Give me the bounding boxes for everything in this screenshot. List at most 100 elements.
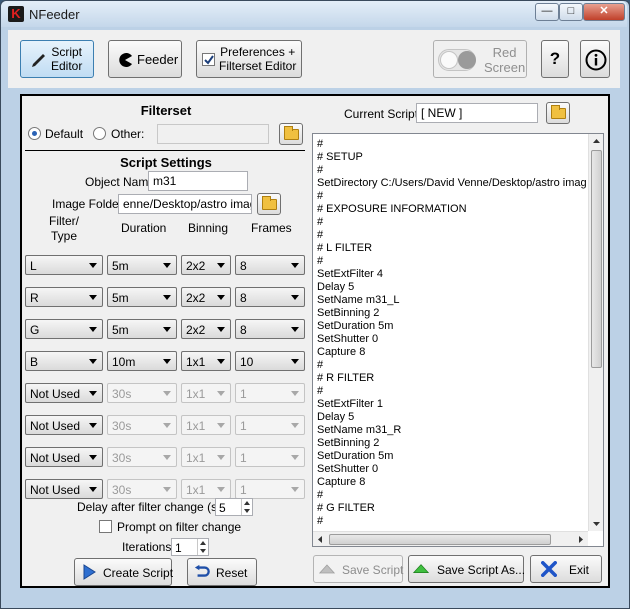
minimize-button[interactable]: —: [535, 3, 559, 21]
chevron-down-icon: [291, 295, 299, 300]
script-line: #: [317, 190, 324, 202]
duration-select-6[interactable]: 30s: [107, 415, 177, 435]
spin-down-icon[interactable]: [198, 547, 208, 555]
filter-type-select-5[interactable]: Not Used: [25, 383, 103, 403]
binning-select-1[interactable]: 2x2: [181, 255, 231, 275]
prompt-checkbox[interactable]: [99, 520, 112, 533]
filter-type-select-1[interactable]: L: [25, 255, 103, 275]
help-button[interactable]: ?: [541, 40, 569, 78]
settings-panel: Filterset Default Other: Script Settings…: [25, 99, 307, 586]
frames-select-8[interactable]: 1: [235, 479, 305, 499]
horizontal-scroll-thumb[interactable]: [329, 534, 551, 545]
object-name-input[interactable]: m31: [148, 171, 248, 191]
chevron-down-icon: [217, 263, 225, 268]
image-folder-input[interactable]: enne/Desktop/astro images: [118, 194, 252, 214]
exit-button[interactable]: Exit: [530, 555, 602, 583]
frames-select-5[interactable]: 1: [235, 383, 305, 403]
duration-select-3[interactable]: 5m: [107, 319, 177, 339]
duration-select-8[interactable]: 30s: [107, 479, 177, 499]
spin-up-icon[interactable]: [242, 499, 252, 507]
frames-select-2[interactable]: 8: [235, 287, 305, 307]
window-title: NFeeder: [29, 7, 80, 22]
duration-select-4-value: 10m: [112, 355, 136, 369]
filter-type-select-8[interactable]: Not Used: [25, 479, 103, 499]
frames-select-1[interactable]: 8: [235, 255, 305, 275]
binning-select-8[interactable]: 1x1: [181, 479, 231, 499]
filter-type-select-3[interactable]: G: [25, 319, 103, 339]
duration-select-4[interactable]: 10m: [107, 351, 177, 371]
filter-type-select-4[interactable]: B: [25, 351, 103, 371]
close-window-button[interactable]: ✕: [583, 3, 625, 21]
frames-select-7[interactable]: 1: [235, 447, 305, 467]
open-script-button[interactable]: [546, 102, 570, 124]
vertical-scroll-thumb[interactable]: [591, 150, 602, 368]
frames-select-4[interactable]: 10: [235, 351, 305, 371]
filter-type-select-6[interactable]: Not Used: [25, 415, 103, 435]
iterations-spinner[interactable]: 1: [171, 538, 209, 556]
duration-select-8-value: 30s: [112, 483, 132, 497]
iterations-label: Iterations: [122, 540, 172, 554]
binning-select-3[interactable]: 2x2: [181, 319, 231, 339]
script-line: SetDuration 5m: [317, 450, 394, 462]
script-line: # L FILTER: [317, 242, 373, 254]
chevron-down-icon: [89, 487, 97, 492]
current-script-input[interactable]: [ NEW ]: [416, 103, 538, 123]
binning-select-2[interactable]: 2x2: [181, 287, 231, 307]
maximize-button[interactable]: □: [559, 3, 583, 21]
default-radio[interactable]: [28, 127, 41, 140]
image-folder-label: Image Folder: [52, 197, 123, 211]
spin-down-icon[interactable]: [242, 507, 252, 515]
save-script-as-button[interactable]: Save Script As...: [408, 555, 525, 583]
script-line: #: [317, 515, 324, 526]
title-bar[interactable]: K NFeeder — □ ✕: [1, 1, 627, 27]
script-editor-label-line2: Editor: [51, 59, 83, 73]
binning-select-6[interactable]: 1x1: [181, 415, 231, 435]
create-script-button[interactable]: Create Script: [74, 558, 173, 586]
script-editor-button[interactable]: Script Editor: [20, 40, 94, 78]
frames-select-4-value: 10: [240, 355, 254, 369]
reset-button[interactable]: Reset: [187, 558, 257, 586]
preferences-checkbox[interactable]: [202, 53, 215, 66]
delay-spinner[interactable]: 5: [215, 498, 253, 516]
feeder-button[interactable]: Feeder: [108, 40, 182, 78]
chevron-down-icon: [291, 263, 299, 268]
frames-select-6[interactable]: 1: [235, 415, 305, 435]
scroll-left-icon[interactable]: [313, 532, 328, 547]
scroll-right-icon[interactable]: [573, 532, 588, 547]
frames-select-3[interactable]: 8: [235, 319, 305, 339]
scroll-down-icon[interactable]: [589, 516, 604, 531]
preferences-button[interactable]: Preferences + Filterset Editor: [196, 40, 302, 78]
other-filterset-input[interactable]: [157, 124, 269, 144]
image-folder-browse-button[interactable]: [257, 193, 281, 215]
filter-type-select-7[interactable]: Not Used: [25, 447, 103, 467]
chevron-down-icon: [291, 423, 299, 428]
other-radio[interactable]: [93, 127, 106, 140]
save-script-button[interactable]: Save Script: [313, 555, 403, 583]
toggle-knob-icon: [458, 51, 476, 69]
divider: [25, 150, 305, 151]
vertical-scrollbar[interactable]: [588, 134, 603, 531]
filterset-browse-button[interactable]: [279, 123, 303, 145]
binning-select-6-value: 1x1: [186, 419, 206, 433]
duration-select-1[interactable]: 5m: [107, 255, 177, 275]
script-text-area[interactable]: # # SETUP # SetDirectory C:/Users/David Ven…: [312, 133, 604, 547]
duration-select-7[interactable]: 30s: [107, 447, 177, 467]
red-screen-toggle[interactable]: Red Screen: [433, 40, 527, 78]
red-screen-label-line2: Screen: [484, 60, 526, 75]
script-line: SetName m31_L: [317, 294, 400, 306]
info-button[interactable]: [580, 40, 610, 78]
filter-type-select-2[interactable]: R: [25, 287, 103, 307]
duration-select-5[interactable]: 30s: [107, 383, 177, 403]
chevron-down-icon: [217, 423, 225, 428]
folder-icon: [551, 105, 566, 119]
binning-select-5[interactable]: 1x1: [181, 383, 231, 403]
scroll-up-icon[interactable]: [589, 134, 604, 149]
script-line: Capture 8: [317, 476, 366, 488]
binning-select-7[interactable]: 1x1: [181, 447, 231, 467]
spin-up-icon[interactable]: [198, 539, 208, 547]
duration-select-2[interactable]: 5m: [107, 287, 177, 307]
horizontal-scrollbar[interactable]: [313, 531, 588, 546]
binning-select-4[interactable]: 1x1: [181, 351, 231, 371]
script-editor-label-line1: Script: [51, 45, 83, 59]
script-line: SetExtFilter 4: [317, 268, 384, 280]
